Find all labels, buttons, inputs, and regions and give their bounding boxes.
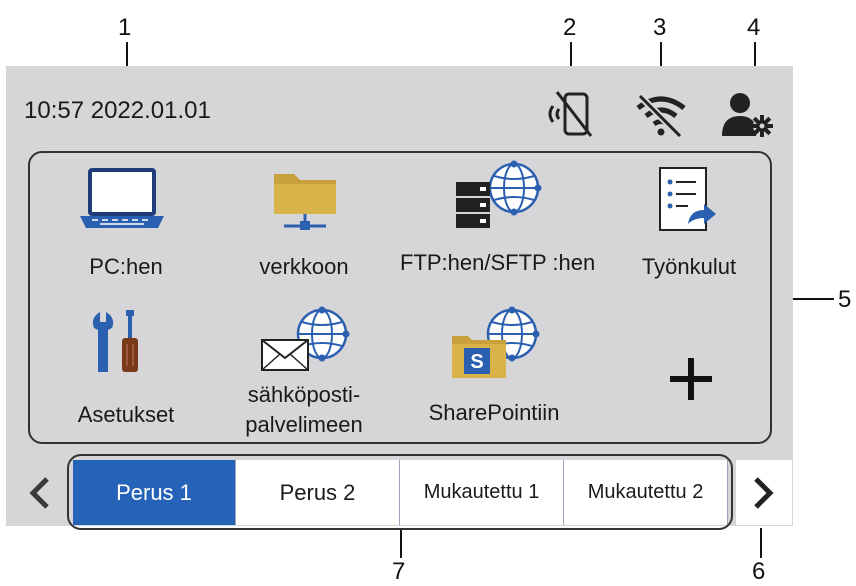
date-time: 10:57 2022.01.01	[24, 97, 211, 124]
chevron-right-icon	[754, 476, 774, 509]
tile-label: verkkoon	[259, 254, 349, 279]
callout-4: 4	[747, 14, 761, 41]
tile-pc[interactable]: PC:hen	[46, 164, 206, 294]
tile-label: PC:hen	[89, 254, 163, 279]
tabs-frame	[67, 454, 733, 530]
callout-6: 6	[752, 558, 766, 585]
sharepoint-icon: S	[450, 306, 542, 387]
callout-1: 1	[118, 14, 132, 41]
tile-label: sähköposti- palvelimeen	[245, 382, 363, 437]
tile-label: Työnkulut	[641, 254, 737, 279]
callout-5: 5	[838, 286, 852, 313]
workflow-icon	[654, 164, 720, 241]
wifi-off-icon[interactable]	[634, 92, 688, 138]
svg-text:S: S	[470, 351, 483, 373]
scroll-right-button[interactable]	[736, 460, 792, 525]
wireless-direct-off-icon[interactable]	[543, 88, 599, 140]
tile-add[interactable]	[630, 330, 750, 440]
tile-network[interactable]: verkkoon	[224, 164, 384, 294]
callout-leader-6	[760, 528, 762, 558]
tile-sharepoint[interactable]: S SharePointiin	[404, 306, 584, 436]
user-settings-icon[interactable]	[718, 88, 776, 140]
settings-tools-icon	[86, 308, 156, 383]
network-folder-icon	[270, 164, 340, 239]
scroll-left-button[interactable]	[14, 460, 64, 525]
tile-settings[interactable]: Asetukset	[46, 308, 206, 438]
tile-label: FTP:hen/SFTP :hen	[400, 250, 596, 275]
add-icon	[666, 354, 716, 409]
email-server-icon	[260, 306, 352, 381]
laptop-icon	[78, 164, 166, 239]
callout-3: 3	[653, 14, 667, 41]
tile-label: SharePointiin	[428, 400, 560, 425]
tile-label: Asetukset	[77, 402, 175, 427]
tile-ftp[interactable]: FTP:hen/SFTP :hen	[396, 160, 596, 310]
tile-email-server[interactable]: sähköposti- palvelimeen	[214, 306, 394, 446]
tile-workflows[interactable]: Työnkulut	[614, 164, 764, 294]
callout-7: 7	[392, 558, 406, 585]
ftp-server-icon	[452, 160, 544, 243]
chevron-left-icon	[29, 476, 49, 509]
callout-leader-7	[400, 530, 402, 558]
callout-2: 2	[563, 14, 577, 41]
